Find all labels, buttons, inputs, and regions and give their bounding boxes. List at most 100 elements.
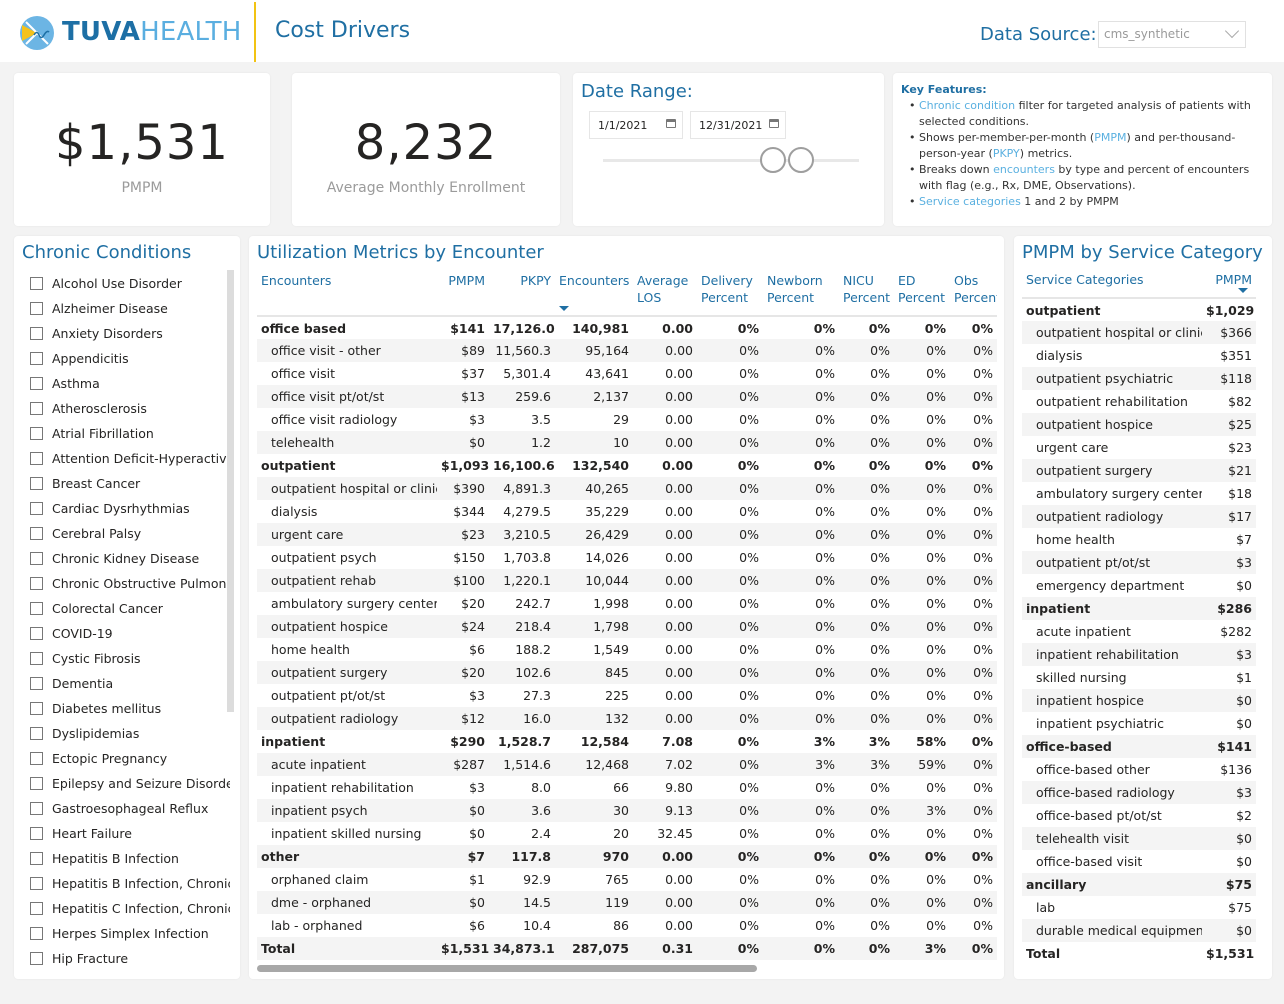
column-header[interactable]: Delivery Percent — [697, 272, 763, 317]
chronic-condition-item[interactable]: Hepatitis B Infection, Chronic — [30, 871, 230, 896]
chronic-condition-item[interactable]: Appendicitis — [30, 346, 230, 371]
table-row[interactable]: inpatient rehabilitation $3 — [1022, 643, 1256, 666]
column-header[interactable]: Average LOS — [633, 272, 697, 317]
checkbox[interactable] — [30, 652, 43, 665]
table-row[interactable]: ambulatory surgery center $18 — [1022, 482, 1256, 505]
group-row[interactable]: inpatient $290 1,528.7 12,584 7.08 0% 3% 3% 58% 0… — [257, 730, 997, 753]
checkbox[interactable] — [30, 952, 43, 965]
checkbox[interactable] — [30, 877, 43, 890]
table-row[interactable]: outpatient hospice $24 218.4 1,798 0.00 0% 0% 0… — [257, 615, 997, 638]
table-row[interactable]: outpatient rehabilitation $82 — [1022, 390, 1256, 413]
checkbox[interactable] — [30, 277, 43, 290]
encounters-link[interactable]: encounters — [993, 163, 1055, 176]
table-row[interactable]: home health $6 188.2 1,549 0.00 0% 0% 0% 0% 0% — [257, 638, 997, 661]
checkbox[interactable] — [30, 377, 43, 390]
table-row[interactable]: office visit radiology $3 3.5 29 0.00 0% 0% 0% 0… — [257, 408, 997, 431]
table-row[interactable]: lab $75 — [1022, 896, 1256, 919]
checkbox[interactable] — [30, 502, 43, 515]
pmpm-link[interactable]: PMPM — [1094, 131, 1126, 144]
table-row[interactable]: telehealth visit $0 — [1022, 827, 1256, 850]
table-row[interactable]: acute inpatient $282 — [1022, 620, 1256, 643]
table-row[interactable]: lab - orphaned $6 10.4 86 0.00 0% 0% 0% 0% 0% — [257, 914, 997, 937]
checkbox[interactable] — [30, 777, 43, 790]
table-row[interactable]: dme - orphaned $0 14.5 119 0.00 0% 0% 0% 0% 0% — [257, 891, 997, 914]
table-row[interactable]: dialysis $351 — [1022, 344, 1256, 367]
chronic-condition-item[interactable]: Dementia — [30, 671, 230, 696]
table-row[interactable]: outpatient hospital or clinic $390 4,891.3… — [257, 477, 997, 500]
chronic-condition-item[interactable]: Alzheimer Disease — [30, 296, 230, 321]
table-row[interactable]: inpatient rehabilitation $3 8.0 66 9.80 0% 0% 0… — [257, 776, 997, 799]
table-row[interactable]: outpatient surgery $21 — [1022, 459, 1256, 482]
table-row[interactable]: outpatient surgery $20 102.6 845 0.00 0% 0% 0% 0… — [257, 661, 997, 684]
checkbox[interactable] — [30, 627, 43, 640]
checkbox[interactable] — [30, 602, 43, 615]
table-row[interactable]: inpatient hospice $0 — [1022, 689, 1256, 712]
table-row[interactable]: home health $7 — [1022, 528, 1256, 551]
column-header[interactable]: Newborn Percent — [763, 272, 839, 317]
checkbox[interactable] — [30, 552, 43, 565]
table-row[interactable]: office-based radiology $3 — [1022, 781, 1256, 804]
chronic-condition-item[interactable]: Atherosclerosis — [30, 396, 230, 421]
table-row[interactable]: inpatient psychiatric $0 — [1022, 712, 1256, 735]
chronic-condition-item[interactable]: Chronic Kidney Disease — [30, 546, 230, 571]
table-row[interactable]: dialysis $344 4,279.5 35,229 0.00 0% 0% 0% 0% 0% — [257, 500, 997, 523]
table-row[interactable]: office-based visit $0 — [1022, 850, 1256, 873]
chronic-condition-item[interactable]: Asthma — [30, 371, 230, 396]
table-row[interactable]: outpatient pt/ot/st $3 — [1022, 551, 1256, 574]
data-source-dropdown[interactable]: cms_synthetic — [1098, 21, 1246, 48]
chronic-condition-item[interactable]: Heart Failure — [30, 821, 230, 846]
checkbox[interactable] — [30, 352, 43, 365]
chronic-condition-item[interactable]: Epilepsy and Seizure Disorders — [30, 771, 230, 796]
table-row[interactable]: durable medical equipment $0 — [1022, 919, 1256, 942]
checkbox[interactable] — [30, 902, 43, 915]
chronic-condition-link[interactable]: Chronic condition — [919, 99, 1015, 112]
total-row[interactable]: Total $1,531 34,873.1 287,075 0.31 0% 0% 0% 3% 0% — [257, 937, 997, 960]
table-row[interactable]: office visit $37 5,301.4 43,641 0.00 0% 0% 0% 0%… — [257, 362, 997, 385]
checkbox[interactable] — [30, 752, 43, 765]
table-row[interactable]: ambulatory surgery center $20 242.7 1,998 0.… — [257, 592, 997, 615]
table-row[interactable]: outpatient rehab $100 1,220.1 10,044 0.00 0% 0… — [257, 569, 997, 592]
table-row[interactable]: outpatient radiology $12 16.0 132 0.00 0% 0% 0%… — [257, 707, 997, 730]
column-header[interactable]: PMPM — [437, 272, 489, 317]
table-row[interactable]: outpatient psych $150 1,703.8 14,026 0.00 0% 0… — [257, 546, 997, 569]
chronic-condition-item[interactable]: Hip Fracture — [30, 946, 230, 971]
checkbox[interactable] — [30, 827, 43, 840]
chronic-conditions-scrollbar[interactable] — [227, 270, 234, 712]
chronic-condition-item[interactable]: Alcohol Use Disorder — [30, 271, 230, 296]
checkbox[interactable] — [30, 802, 43, 815]
table-row[interactable]: outpatient hospital or clinic $366 — [1022, 321, 1256, 344]
chronic-condition-item[interactable]: Cerebral Palsy — [30, 521, 230, 546]
checkbox[interactable] — [30, 477, 43, 490]
checkbox[interactable] — [30, 327, 43, 340]
date-slider-track[interactable] — [603, 159, 859, 162]
chronic-condition-item[interactable]: Breast Cancer — [30, 471, 230, 496]
column-header[interactable]: NICU Percent — [839, 272, 894, 317]
date-slider-start-handle[interactable] — [760, 147, 786, 173]
utilization-horizontal-scrollbar[interactable] — [257, 965, 757, 972]
end-date-input[interactable]: 12/31/2021 — [690, 111, 786, 139]
table-row[interactable]: office-based pt/ot/st $2 — [1022, 804, 1256, 827]
calendar-icon[interactable] — [666, 119, 676, 128]
table-row[interactable]: emergency department $0 — [1022, 574, 1256, 597]
group-row[interactable]: office-based $141 — [1022, 735, 1256, 758]
table-row[interactable]: office-based other $136 — [1022, 758, 1256, 781]
table-row[interactable]: outpatient psychiatric $118 — [1022, 367, 1256, 390]
chronic-condition-item[interactable]: Hepatitis C Infection, Chronic — [30, 896, 230, 921]
chronic-condition-item[interactable]: COVID-19 — [30, 621, 230, 646]
table-row[interactable]: telehealth $0 1.2 10 0.00 0% 0% 0% 0% 0% — [257, 431, 997, 454]
table-row[interactable]: outpatient pt/ot/st $3 27.3 225 0.00 0% 0% 0% 0%… — [257, 684, 997, 707]
chronic-condition-item[interactable]: Anxiety Disorders — [30, 321, 230, 346]
table-row[interactable]: outpatient radiology $17 — [1022, 505, 1256, 528]
table-row[interactable]: urgent care $23 — [1022, 436, 1256, 459]
chronic-condition-item[interactable]: Herpes Simplex Infection — [30, 921, 230, 946]
checkbox[interactable] — [30, 702, 43, 715]
checkbox[interactable] — [30, 577, 43, 590]
group-row[interactable]: other $7 117.8 970 0.00 0% 0% 0% 0% 0% — [257, 845, 997, 868]
table-row[interactable]: inpatient psych $0 3.6 30 9.13 0% 0% 0% 3% 0% — [257, 799, 997, 822]
column-header[interactable]: Service Categories — [1022, 272, 1202, 299]
total-row[interactable]: Total $1,531 — [1022, 942, 1256, 965]
chronic-condition-item[interactable]: Gastroesophageal Reflux — [30, 796, 230, 821]
calendar-icon[interactable] — [769, 119, 779, 128]
column-header[interactable]: Encounters — [257, 272, 437, 317]
table-row[interactable]: office visit - other $89 11,560.3 95,164 0.0… — [257, 339, 997, 362]
